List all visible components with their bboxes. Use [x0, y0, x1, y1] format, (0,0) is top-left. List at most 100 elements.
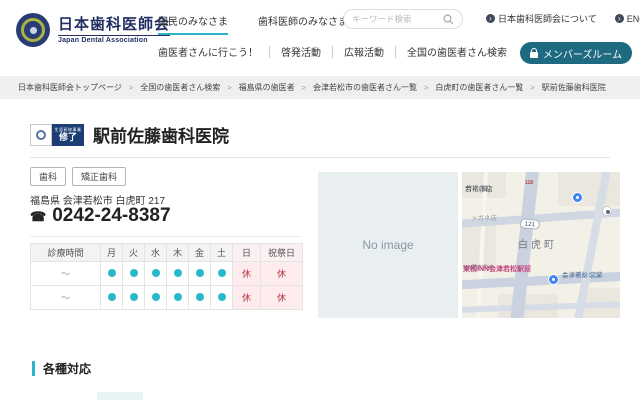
members-room-button[interactable]: メンバーズルーム: [520, 42, 632, 64]
closed-cell: 休: [261, 262, 303, 286]
section-accent-bar: [32, 361, 35, 376]
nav-go-to-dentist[interactable]: 歯医者さんに行こう！: [158, 44, 258, 59]
site-logo[interactable]: 日本歯科医師会 Japan Dental Association: [16, 13, 170, 47]
breadcrumb-current: 駅前佐藤歯科医院: [542, 82, 606, 93]
search-box[interactable]: [343, 9, 463, 29]
map-poi-icon[interactable]: [572, 192, 583, 203]
badge-emblem-icon: [30, 124, 52, 146]
open-cell: [189, 286, 211, 310]
breadcrumb: 日本歯科医師会トップページ > 全国の歯医者さん検索 > 福島県の歯医者 > 会…: [0, 76, 640, 99]
closed-cell: 休: [233, 286, 261, 310]
hours-header: 火: [123, 244, 145, 262]
tab-public[interactable]: 国民のみなさま: [158, 13, 228, 35]
utility-links: 日本歯科医師会について ENGLISH: [486, 12, 640, 25]
open-dot-icon: [152, 293, 160, 301]
open-dot-icon: [174, 269, 182, 277]
hours-header: 月: [101, 244, 123, 262]
badge-line1: 生涯研修事業: [55, 128, 82, 132]
nav-divider: [269, 46, 270, 58]
support-table-partial: [97, 392, 143, 400]
department-tags: 歯科 矯正歯科: [30, 167, 126, 186]
training-completion-badge: 生涯研修事業 修了: [30, 124, 84, 146]
circle-arrow-icon: [486, 14, 495, 23]
english-link[interactable]: ENGLISH: [615, 14, 640, 24]
clinic-header: 生涯研修事業 修了 駅前佐藤歯科医院: [30, 122, 229, 147]
hours-header: 土: [211, 244, 233, 262]
breadcrumb-separator: >: [129, 83, 133, 92]
open-cell: [145, 262, 167, 286]
nav-pr[interactable]: 広報活動: [344, 44, 384, 59]
nav-divider: [395, 46, 396, 58]
map-district-label: 白虎町: [518, 236, 557, 251]
about-link[interactable]: 日本歯科医師会について: [486, 12, 597, 25]
open-cell: [211, 286, 233, 310]
badge-emblem-circle: [36, 130, 46, 140]
badge-line2: 修了: [59, 133, 77, 142]
logo-subtitle: Japan Dental Association: [58, 35, 170, 44]
closed-cell: 休: [261, 286, 303, 310]
phone-number: 0242-24-8387: [52, 205, 170, 227]
map-optician-sub-label: メガネ店: [471, 212, 497, 222]
lock-icon: [530, 52, 538, 58]
hours-header-row: 診療時間 月 火 水 木 金 土 日 祝祭日: [31, 244, 303, 262]
nav-awareness[interactable]: 啓発活動: [281, 44, 321, 59]
breadcrumb-link-home[interactable]: 日本歯科医師会トップページ: [18, 82, 122, 93]
breadcrumb-link-city[interactable]: 会津若松市の歯医者さん一覧: [313, 82, 417, 93]
logo-text: 日本歯科医師会 Japan Dental Association: [58, 16, 170, 44]
open-cell: [189, 262, 211, 286]
site-header: 日本歯科医師会 Japan Dental Association 国民のみなさま…: [0, 0, 640, 76]
open-cell: [123, 262, 145, 286]
open-dot-icon: [108, 293, 116, 301]
tag-orthodontics: 矯正歯科: [72, 167, 126, 186]
map-poi-icon[interactable]: [602, 206, 612, 216]
map-route-badge: 121: [520, 218, 541, 230]
clinic-photo-placeholder: No image: [318, 172, 458, 318]
breadcrumb-separator: >: [302, 83, 306, 92]
hours-row: ～ 休 休: [31, 286, 303, 310]
nav-divider: [332, 46, 333, 58]
open-cell: [145, 286, 167, 310]
open-dot-icon: [196, 269, 204, 277]
open-cell: [101, 262, 123, 286]
jda-emblem-icon: [16, 13, 50, 47]
breadcrumb-separator: >: [227, 83, 231, 92]
map-embed[interactable]: 118 ガネ(株) 若松本店 メガネ店 121 白虎町 東横INN会津若松駅前 …: [462, 172, 620, 318]
english-link-label: ENGLISH: [627, 14, 640, 24]
hours-header: 木: [167, 244, 189, 262]
open-cell: [211, 262, 233, 286]
hours-header: 診療時間: [31, 244, 101, 262]
open-dot-icon: [218, 269, 226, 277]
badge-label: 生涯研修事業 修了: [52, 124, 84, 146]
open-cell: [101, 286, 123, 310]
jda-emblem-ring: [21, 18, 45, 42]
breadcrumb-link-search[interactable]: 全国の歯医者さん検索: [140, 82, 220, 93]
hours-table: 診療時間 月 火 水 木 金 土 日 祝祭日 ～ 休 休 ～: [30, 243, 303, 310]
open-cell: [167, 286, 189, 310]
open-cell: [123, 286, 145, 310]
map-poi-icon[interactable]: [548, 274, 559, 285]
support-section-header: 各種対応: [32, 360, 91, 377]
clinic-phone: 0242-24-8387: [30, 205, 171, 227]
nav-dentist-search[interactable]: 全国の歯医者さん検索: [407, 44, 507, 59]
breadcrumb-separator: >: [424, 83, 428, 92]
logo-title: 日本歯科医師会: [58, 16, 170, 34]
hours-header-sunday: 日: [233, 244, 261, 262]
map-block: [558, 172, 620, 206]
search-input[interactable]: [352, 14, 438, 24]
open-dot-icon: [218, 293, 226, 301]
no-image-label: No image: [362, 238, 413, 252]
tab-dentists[interactable]: 歯科医師のみなさま: [258, 13, 348, 35]
open-dot-icon: [130, 269, 138, 277]
hours-time-cell: ～: [31, 286, 101, 310]
breadcrumb-link-prefecture[interactable]: 福島県の歯医者: [239, 82, 295, 93]
open-dot-icon: [130, 293, 138, 301]
circle-arrow-icon: [615, 14, 624, 23]
section-title: 各種対応: [43, 360, 91, 377]
breadcrumb-link-town[interactable]: 白虎町の歯医者さん一覧: [435, 82, 523, 93]
search-icon[interactable]: [443, 14, 454, 25]
hours-header: 金: [189, 244, 211, 262]
secondary-nav: 歯医者さんに行こう！ 啓発活動 広報活動 全国の歯医者さん検索: [158, 44, 507, 59]
title-divider: [30, 157, 610, 158]
tag-dental: 歯科: [30, 167, 66, 186]
closed-cell: 休: [233, 262, 261, 286]
